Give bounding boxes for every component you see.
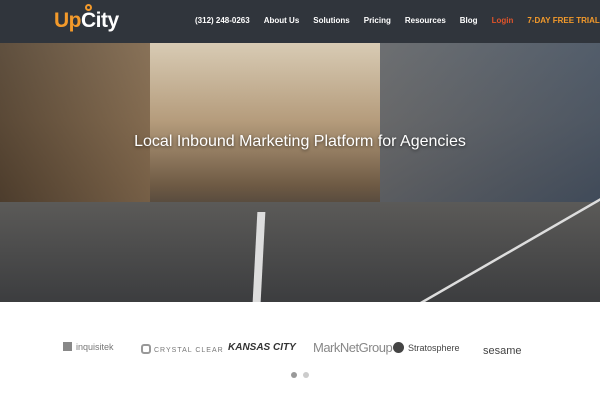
logo-up: Up <box>54 9 82 32</box>
nav-pricing[interactable]: Pricing <box>364 16 391 25</box>
site-header: UpCity (312) 248-0263 About Us Solutions… <box>0 0 600 43</box>
client-logo-sesame: sesame <box>483 345 522 357</box>
nav-phone[interactable]: (312) 248-0263 <box>195 16 250 25</box>
nav-about-us[interactable]: About Us <box>264 16 300 25</box>
client-logo-marknetgroup: MarkNetGroup <box>313 340 393 355</box>
nav-blog[interactable]: Blog <box>460 16 478 25</box>
crystal-clear-icon <box>141 344 151 354</box>
hero-title: Local Inbound Marketing Platform for Age… <box>134 133 466 150</box>
carousel-dot-1[interactable] <box>291 372 297 378</box>
client-logo-crystal-clear: CRYSTAL CLEAR <box>141 344 224 354</box>
nav-solutions[interactable]: Solutions <box>313 16 349 25</box>
client-logos: inquisitek CRYSTAL CLEAR KANSAS CITY Mar… <box>0 336 600 366</box>
client-logo-inquisitek: inquisitek <box>63 342 114 352</box>
client-name: Stratosphere <box>408 343 460 353</box>
inquisitek-icon <box>63 342 72 351</box>
nav-resources[interactable]: Resources <box>405 16 446 25</box>
nav-login[interactable]: Login <box>492 16 514 25</box>
hero-buildings-right <box>380 43 600 203</box>
client-name: inquisitek <box>76 342 114 352</box>
main-nav: (312) 248-0263 About Us Solutions Pricin… <box>195 16 600 25</box>
client-name: MarkNetGroup <box>313 340 393 355</box>
hero-banner: Local Inbound Marketing Platform for Age… <box>0 43 600 302</box>
location-pin-icon <box>85 4 92 11</box>
client-name: KANSAS CITY <box>228 342 296 353</box>
upcity-logo[interactable]: UpCity <box>54 4 119 33</box>
stratosphere-icon <box>393 342 404 353</box>
carousel-dots <box>291 372 309 378</box>
client-logo-kansas-city: KANSAS CITY <box>228 342 296 353</box>
logo-city: City <box>81 9 119 32</box>
client-name: CRYSTAL CLEAR <box>154 347 224 354</box>
carousel-dot-2[interactable] <box>303 372 309 378</box>
nav-free-trial[interactable]: 7-DAY FREE TRIAL <box>527 16 599 25</box>
client-name: sesame <box>483 345 522 357</box>
client-logo-stratosphere: Stratosphere <box>393 342 460 353</box>
hero-buildings-left <box>0 43 150 213</box>
